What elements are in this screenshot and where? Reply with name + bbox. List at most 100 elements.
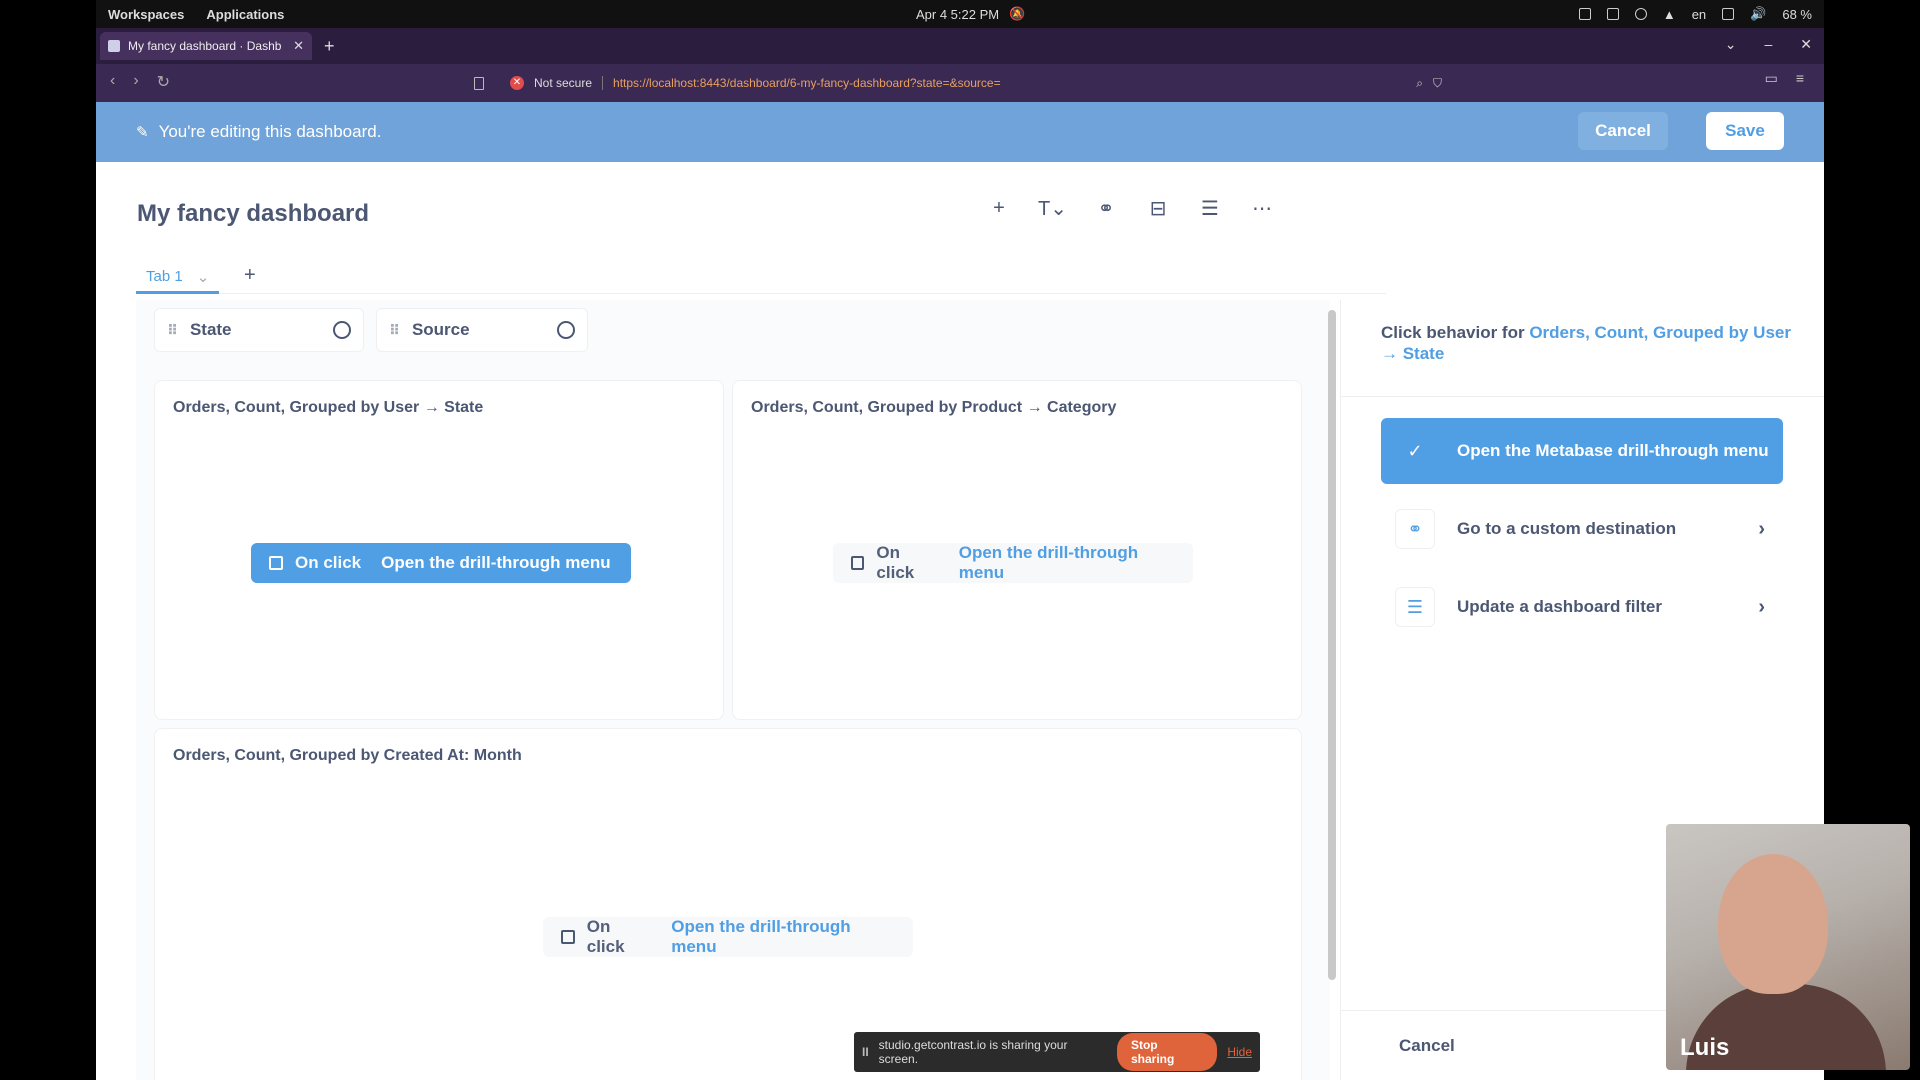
divider xyxy=(1341,396,1824,397)
chevron-right-icon: › xyxy=(1758,595,1765,618)
tray-app-icon[interactable] xyxy=(1578,8,1591,20)
gear-icon[interactable] xyxy=(333,321,351,339)
check-icon: ✓ xyxy=(1407,440,1423,461)
add-tab-button[interactable]: + xyxy=(244,264,256,287)
scrollbar-thumb[interactable] xyxy=(1328,310,1336,980)
reload-icon[interactable]: ↻ xyxy=(157,72,170,92)
presenter-name: Luis xyxy=(1680,1034,1730,1061)
sidebar-heading: Click behavior for Orders, Count, Groupe… xyxy=(1381,322,1801,364)
applications-menu[interactable]: Applications xyxy=(206,7,284,22)
on-click-action: Open the drill-through menu xyxy=(381,553,611,572)
forward-icon[interactable]: › xyxy=(133,72,138,92)
webcam-overlay: Luis xyxy=(1666,824,1910,1070)
editing-message: You're editing this dashboard. xyxy=(158,122,382,141)
new-tab-button[interactable]: + xyxy=(324,36,335,57)
screen-icon[interactable] xyxy=(1722,8,1735,20)
on-click-action: Open the drill-through menu xyxy=(671,917,851,956)
browser-tab-title: My fancy dashboard · Dashb xyxy=(128,39,282,53)
pause-icon: II xyxy=(862,1045,869,1059)
close-tab-icon[interactable]: ✕ xyxy=(293,38,304,54)
battery-indicator[interactable]: 68 % xyxy=(1782,7,1812,22)
dashcard-product-category[interactable]: Orders, Count, Grouped by Product → Cate… xyxy=(732,380,1302,720)
option-update-filter[interactable]: ☰ Update a dashboard filter › xyxy=(1381,574,1783,640)
click-behavior-button[interactable]: On click Open the drill-through menu xyxy=(543,917,913,957)
more-options-icon[interactable]: ⋯ xyxy=(1249,196,1275,221)
edit-banner: ✎ You're editing this dashboard. Cancel … xyxy=(96,102,1824,162)
save-button[interactable]: Save xyxy=(1706,112,1784,150)
notifications-off-icon: 🔕 xyxy=(1009,6,1026,21)
sidebar-heading-prefix: Click behavior for xyxy=(1381,323,1530,342)
add-question-icon[interactable]: + xyxy=(986,197,1012,220)
not-secure-icon: ✕ xyxy=(510,76,524,90)
clock[interactable]: Apr 4 5:22 PM xyxy=(916,7,999,22)
url-text[interactable]: https://localhost:8443/dashboard/6-my-fa… xyxy=(613,76,1406,90)
drag-handle-icon[interactable]: ⠿ xyxy=(389,322,400,339)
filter-label: Source xyxy=(411,320,470,339)
pencil-icon: ✎ xyxy=(136,124,149,141)
dashboard-title[interactable]: My fancy dashboard xyxy=(137,200,369,228)
dashcard-user-state[interactable]: Orders, Count, Grouped by User → State O… xyxy=(154,380,724,720)
screen-share-notice: II studio.getcontrast.io is sharing your… xyxy=(854,1032,1260,1072)
click-cursor-icon xyxy=(269,556,283,570)
dashcard-created-at-month[interactable]: Orders, Count, Grouped by Created At: Mo… xyxy=(154,728,1302,1080)
link-icon: ⚭ xyxy=(1395,509,1435,549)
chevron-down-icon[interactable]: ⌄ xyxy=(197,268,210,286)
close-window-icon[interactable]: ✕ xyxy=(1800,36,1812,53)
minimize-icon[interactable]: – xyxy=(1764,36,1772,53)
share-notice-text: studio.getcontrast.io is sharing your sc… xyxy=(878,1038,1068,1066)
not-secure-label[interactable]: Not secure xyxy=(534,76,592,90)
browser-menu-icon[interactable]: ≡ xyxy=(1796,70,1804,87)
filter-state[interactable]: ⠿ State xyxy=(154,308,364,352)
option-custom-destination[interactable]: ⚭ Go to a custom destination › xyxy=(1381,496,1783,562)
browser-tab[interactable]: My fancy dashboard · Dashb ✕ xyxy=(100,32,312,60)
tab-list-icon[interactable]: ⌄ xyxy=(1725,36,1737,53)
add-filter-icon[interactable]: ☰ xyxy=(1197,196,1223,221)
gear-icon[interactable] xyxy=(557,321,575,339)
on-click-label: On click xyxy=(586,917,625,956)
url-bar[interactable]: ✕ Not secure https://localhost:8443/dash… xyxy=(474,70,1442,96)
add-section-icon[interactable]: ⊟ xyxy=(1145,196,1171,221)
card-title: Orders, Count, Grouped by Created At: Mo… xyxy=(173,747,522,764)
shield-icon[interactable]: ⛉ xyxy=(1433,76,1442,91)
bookmark-icon[interactable] xyxy=(474,76,484,90)
wifi-icon[interactable]: ▲ xyxy=(1663,7,1676,22)
cancel-edit-button[interactable]: Cancel xyxy=(1578,112,1668,150)
address-bar-row: ‹ › ↻ ✕ Not secure https://localhost:844… xyxy=(96,64,1824,102)
hide-notice-link[interactable]: Hide xyxy=(1227,1045,1252,1059)
sidebar-cancel-button[interactable]: Cancel xyxy=(1399,1036,1455,1056)
filter-label: State xyxy=(189,320,232,339)
stop-sharing-button[interactable]: Stop sharing xyxy=(1116,1033,1218,1071)
on-click-label: On click xyxy=(295,553,362,572)
back-icon[interactable]: ‹ xyxy=(110,72,115,92)
drag-handle-icon[interactable]: ⠿ xyxy=(167,322,178,339)
option-label: Update a dashboard filter xyxy=(1457,597,1662,616)
card-title: Orders, Count, Grouped by User → State xyxy=(173,399,484,416)
extension-icon[interactable]: ▭ xyxy=(1765,70,1778,87)
click-behavior-button[interactable]: On click Open the drill-through menu xyxy=(251,543,631,583)
filter-bar: ⠿ State ⠿ Source xyxy=(154,308,588,352)
language-indicator[interactable]: en xyxy=(1692,7,1706,22)
tab-1-label: Tab 1 xyxy=(146,268,183,285)
dashboard-toolbar: + T⌄ ⚭ ⊟ ☰ ⋯ xyxy=(986,196,1275,221)
zoom-icon[interactable]: ⌕ xyxy=(1416,76,1423,91)
dashboard-tabs: Tab 1 ⌄ + xyxy=(136,262,1386,294)
tray-status-icon[interactable] xyxy=(1634,8,1647,20)
click-cursor-icon xyxy=(561,930,575,944)
card-title: Orders, Count, Grouped by Product → Cate… xyxy=(751,399,1117,416)
tray-extension-icon[interactable] xyxy=(1606,8,1619,20)
workspaces-menu[interactable]: Workspaces xyxy=(108,7,184,22)
volume-icon[interactable]: 🔊 xyxy=(1750,6,1766,22)
metabase-favicon-icon xyxy=(108,40,120,52)
add-link-icon[interactable]: ⚭ xyxy=(1093,196,1119,221)
chevron-right-icon: › xyxy=(1758,517,1765,540)
dashboard-scrollbar[interactable] xyxy=(1328,300,1336,1080)
add-text-icon[interactable]: T⌄ xyxy=(1038,196,1067,221)
tab-1[interactable]: Tab 1 ⌄ xyxy=(136,262,220,294)
option-drill-through[interactable]: ✓ Open the Metabase drill-through menu xyxy=(1381,418,1783,484)
click-cursor-icon xyxy=(851,556,865,570)
option-label: Open the Metabase drill-through menu xyxy=(1457,441,1769,460)
click-behavior-button[interactable]: On click Open the drill-through menu xyxy=(833,543,1193,583)
option-label: Go to a custom destination xyxy=(1457,519,1677,538)
filter-source[interactable]: ⠿ Source xyxy=(376,308,588,352)
desktop: Workspaces Applications Apr 4 5:22 PM 🔕 … xyxy=(0,0,1920,1080)
